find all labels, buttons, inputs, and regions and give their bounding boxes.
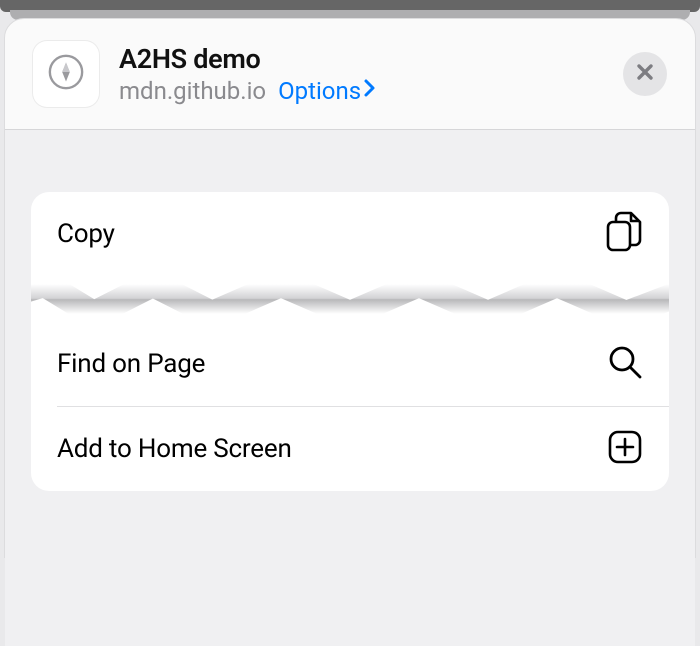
close-icon (635, 62, 655, 86)
chevron-right-icon (363, 77, 377, 105)
content-collapsed-indicator (31, 276, 669, 322)
search-icon (607, 344, 643, 384)
options-link[interactable]: Options (278, 77, 377, 105)
menu-item-copy[interactable]: Copy (31, 192, 669, 276)
options-label: Options (278, 77, 361, 105)
menu-item-find-on-page[interactable]: Find on Page (31, 322, 669, 406)
compass-icon (47, 53, 85, 95)
share-header: A2HS demo mdn.github.io Options (5, 41, 695, 129)
menu-item-label: Find on Page (57, 349, 205, 379)
share-sheet: A2HS demo mdn.github.io Options (4, 18, 696, 558)
menu-item-add-to-home-screen[interactable]: Add to Home Screen (31, 407, 669, 491)
share-title-block: A2HS demo mdn.github.io Options (119, 43, 603, 105)
share-actions-area: Copy (5, 130, 695, 646)
page-host: mdn.github.io (119, 77, 266, 105)
add-icon (607, 429, 643, 469)
site-icon-box (33, 41, 99, 107)
menu-item-label: Add to Home Screen (57, 434, 292, 464)
close-button[interactable] (623, 52, 667, 96)
page-title: A2HS demo (119, 43, 603, 75)
actions-menu: Copy (31, 192, 669, 491)
copy-icon (605, 211, 643, 257)
menu-item-label: Copy (57, 219, 115, 249)
